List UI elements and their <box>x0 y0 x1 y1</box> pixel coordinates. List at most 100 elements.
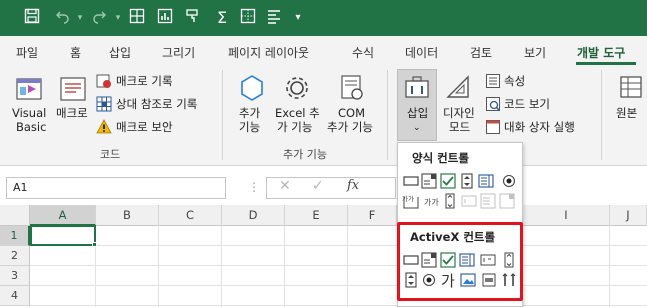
undo-icon[interactable] <box>52 8 72 28</box>
gridline <box>30 285 647 286</box>
excel-addins-label-1[interactable]: Excel 추 <box>275 106 320 120</box>
tab-view[interactable]: 보기 <box>524 44 546 61</box>
record-macro-label[interactable]: 매크로 기록 <box>116 74 173 88</box>
visual-basic-label-2[interactable]: Basic <box>16 120 46 134</box>
source-icon[interactable] <box>617 73 645 104</box>
record-macro-icon[interactable] <box>96 73 112 92</box>
row-header[interactable]: 4 <box>0 286 30 306</box>
list-box-icon[interactable] <box>478 173 494 189</box>
gridline <box>30 245 647 246</box>
properties-label[interactable]: 속성 <box>504 74 525 88</box>
column-header[interactable]: J <box>610 205 647 226</box>
function-icon[interactable]: fx <box>347 178 359 193</box>
design-mode-label-1[interactable]: 디자인 <box>443 106 475 120</box>
tab-review[interactable]: 검토 <box>470 44 492 61</box>
com-addins-label-1[interactable]: COM <box>338 106 365 120</box>
combo-box-icon[interactable] <box>421 173 437 189</box>
align-icon[interactable] <box>264 8 284 28</box>
vertical-dots-icon: ⋮ <box>248 180 260 194</box>
view-code-label[interactable]: 코드 보기 <box>504 97 550 111</box>
table-icon[interactable] <box>127 8 147 28</box>
ribbon-tabs <box>0 36 647 66</box>
tab-formulas[interactable]: 수식 <box>352 44 374 61</box>
visual-basic-icon[interactable] <box>14 73 44 106</box>
border-icon[interactable] <box>238 8 258 28</box>
macro-label[interactable]: 매크로 <box>56 106 88 120</box>
excel-addins-label-2[interactable]: 가 기능 <box>277 120 312 134</box>
code-group-label: 코드 <box>100 148 121 161</box>
toolbox-icon[interactable] <box>403 73 431 104</box>
customize-dropdown-icon[interactable]: ▾ <box>288 8 308 28</box>
save-icon[interactable] <box>22 8 42 28</box>
tab-insert[interactable]: 삽입 <box>109 44 131 61</box>
relative-ref-icon[interactable] <box>96 96 112 115</box>
column-header[interactable]: E <box>285 205 348 226</box>
row-header[interactable]: 1 <box>0 226 30 246</box>
warning-icon[interactable] <box>96 119 112 138</box>
name-box[interactable]: A1 <box>6 177 226 199</box>
spin-button-icon[interactable] <box>459 173 475 189</box>
tab-data[interactable]: 데이터 <box>405 44 438 61</box>
chart-icon[interactable] <box>155 8 175 28</box>
visual-basic-label-1[interactable]: Visual <box>12 106 46 120</box>
undo-dropdown-icon[interactable]: ▾ <box>70 8 90 28</box>
group-separator <box>222 70 223 160</box>
macro-icon[interactable] <box>58 73 88 106</box>
format-painter-icon[interactable] <box>183 8 203 28</box>
select-all-corner[interactable] <box>0 205 30 226</box>
run-dialog-icon[interactable] <box>485 119 501 138</box>
source-label[interactable]: 원본 <box>616 106 637 120</box>
gridline <box>347 226 348 307</box>
column-header[interactable]: F <box>348 205 397 226</box>
option-button-icon[interactable] <box>501 173 517 189</box>
macro-security-label[interactable]: 매크로 보안 <box>116 120 173 134</box>
button-control-icon[interactable] <box>403 173 419 189</box>
redo-icon[interactable] <box>90 8 110 28</box>
com-addins-icon[interactable] <box>337 73 367 106</box>
design-mode-label-2[interactable]: 모드 <box>449 120 470 134</box>
group-box-label: 가가 <box>402 195 414 203</box>
properties-icon[interactable] <box>485 73 501 92</box>
addins-icon[interactable] <box>237 73 267 106</box>
row-header[interactable]: 3 <box>0 266 30 286</box>
redo-dropdown-icon[interactable]: ▾ <box>108 8 128 28</box>
tab-draw[interactable]: 그리기 <box>162 44 195 61</box>
insert-label[interactable]: 삽입 <box>407 106 428 120</box>
autosum-icon[interactable]: Σ <box>212 8 232 28</box>
tab-page-layout[interactable]: 페이지 레이아웃 <box>228 44 309 61</box>
label-control-label[interactable]: 가가 <box>424 197 439 208</box>
form-controls-title: 양식 컨트롤 <box>412 151 469 165</box>
cancel-icon[interactable]: ✕ <box>279 178 291 194</box>
fill-handle[interactable] <box>92 242 97 247</box>
column-header[interactable]: C <box>159 205 222 226</box>
column-header[interactable]: D <box>222 205 285 226</box>
checkbox-control-icon[interactable] <box>440 173 456 189</box>
view-code-icon[interactable] <box>485 96 501 115</box>
row-header[interactable]: 2 <box>0 246 30 266</box>
gridline <box>221 226 222 307</box>
tab-file[interactable]: 파일 <box>16 44 38 61</box>
column-header[interactable]: B <box>96 205 159 226</box>
column-header[interactable]: I <box>523 205 610 226</box>
selected-cell-a1[interactable] <box>30 225 96 246</box>
active-tab-indicator <box>576 62 636 65</box>
text-field-icon <box>461 193 477 209</box>
activex-highlight-box <box>397 222 523 301</box>
design-mode-icon[interactable] <box>444 73 472 104</box>
scroll-bar-icon[interactable] <box>442 193 458 209</box>
relative-ref-label[interactable]: 상대 참조로 기록 <box>116 97 197 111</box>
gridline <box>30 265 647 266</box>
gear-icon[interactable] <box>282 73 312 106</box>
enter-icon[interactable]: ✓ <box>312 178 324 194</box>
addins-group-label: 추가 기능 <box>283 148 327 161</box>
run-dialog-label[interactable]: 대화 상자 실행 <box>504 120 575 134</box>
gridline <box>609 226 610 307</box>
column-header[interactable]: A <box>30 205 96 226</box>
addins-label-2[interactable]: 기능 <box>239 120 260 134</box>
addins-label-1[interactable]: 추가 <box>239 106 260 120</box>
tab-developer[interactable]: 개발 도구 <box>577 44 625 61</box>
chevron-down-icon[interactable]: ⌄ <box>413 121 421 135</box>
tab-home[interactable]: 홈 <box>70 44 81 61</box>
gridline <box>30 305 647 306</box>
com-addins-label-2[interactable]: 추가 기능 <box>327 120 373 134</box>
